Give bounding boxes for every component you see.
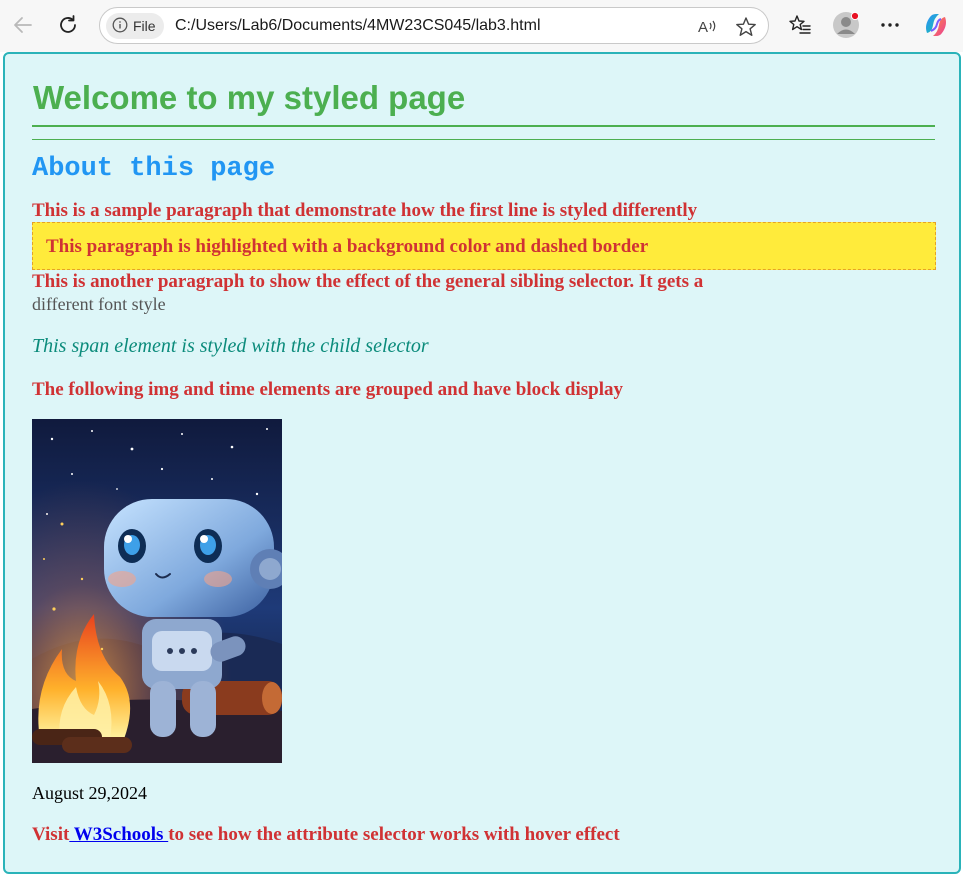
date-time: August 29,2024 <box>32 783 148 803</box>
read-aloud-icon[interactable]: A <box>696 15 720 39</box>
sibling-paragraph-line1: This is another paragraph to show the ef… <box>32 271 704 292</box>
refresh-icon[interactable] <box>53 10 83 40</box>
child-selector-span: This span element is styled with the chi… <box>32 335 429 357</box>
address-bar[interactable]: File C:/Users/Lab6/Documents/4MW23CS045/… <box>99 7 769 44</box>
star-icon[interactable] <box>734 15 758 39</box>
copilot-icon[interactable] <box>922 11 950 39</box>
sibling-paragraph-line2: different font style <box>32 294 166 314</box>
first-line-paragraph: This is a sample paragraph that demonstr… <box>32 200 698 221</box>
info-icon <box>112 17 128 36</box>
visit-prefix: Visit <box>32 824 70 845</box>
robot-campfire-image <box>32 419 282 763</box>
highlighted-paragraph-text: This paragraph is highlighted with a bac… <box>46 236 649 257</box>
horizontal-rule <box>32 139 935 140</box>
page-title: Welcome to my styled page <box>33 79 466 116</box>
grouped-elements-paragraph: The following img and time elements are … <box>32 379 623 400</box>
profile-avatar-icon[interactable] <box>832 11 860 39</box>
site-info-button[interactable]: File <box>106 13 164 39</box>
title-underline <box>32 125 935 127</box>
w3schools-link[interactable]: W3Schools <box>69 824 168 845</box>
back-arrow-icon[interactable] <box>8 10 38 40</box>
visit-paragraph: Visit W3Schools to see how the attribute… <box>32 824 620 846</box>
file-label: File <box>133 18 156 34</box>
highlighted-paragraph: This paragraph is highlighted with a bac… <box>32 222 936 270</box>
svg-text:A: A <box>698 19 708 36</box>
page-content: Welcome to my styled page About this pag… <box>3 52 961 874</box>
section-heading: About this page <box>32 154 276 184</box>
favorites-list-icon[interactable] <box>786 11 814 39</box>
visit-suffix: to see how the attribute selector works … <box>168 824 620 845</box>
url-text[interactable]: C:/Users/Lab6/Documents/4MW23CS045/lab3.… <box>175 17 541 35</box>
browser-toolbar: File C:/Users/Lab6/Documents/4MW23CS045/… <box>0 0 963 52</box>
more-icon[interactable] <box>876 11 904 39</box>
